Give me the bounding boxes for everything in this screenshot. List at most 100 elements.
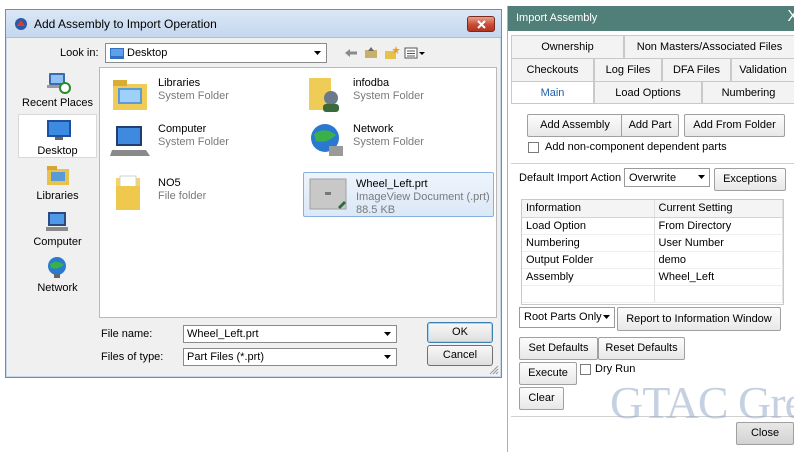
file-name-label: File name: [101, 328, 153, 340]
file-type-value: Part Files (*.prt) [187, 351, 265, 363]
prt-file-icon [309, 178, 347, 210]
execute-button[interactable]: Execute [519, 362, 577, 385]
network-icon [48, 257, 66, 278]
libraries-icon [47, 166, 69, 185]
tab-non-masters[interactable]: Non Masters/Associated Files [624, 35, 794, 58]
report-to-information-window-button[interactable]: Report to Information Window [617, 307, 781, 331]
clear-button[interactable]: Clear [519, 387, 564, 410]
table-cell: Load Option [522, 217, 655, 235]
table-cell: Assembly [522, 268, 655, 286]
panel-title-bar[interactable]: Import Assembly X [508, 6, 794, 31]
table-cell: User Number [654, 234, 783, 252]
tab-log-files[interactable]: Log Files [594, 58, 662, 81]
add-noncomponent-checkbox[interactable] [528, 142, 539, 153]
list-item[interactable]: infodba System Folder [301, 72, 491, 114]
chevron-down-icon[interactable] [698, 175, 705, 179]
place-computer[interactable]: Computer [18, 206, 97, 250]
dry-run-checkbox[interactable] [580, 364, 591, 375]
place-label: Network [37, 282, 78, 294]
file-desc: System Folder [158, 136, 229, 148]
list-item[interactable]: Libraries System Folder [106, 72, 296, 114]
up-folder-icon[interactable] [364, 46, 378, 63]
file-type-select[interactable]: Part Files (*.prt) [183, 348, 397, 366]
add-assembly-button[interactable]: Add Assembly [527, 114, 623, 137]
file-name: Wheel_Left.prt [356, 178, 428, 190]
file-name: NO5 [158, 177, 181, 189]
root-parts-select[interactable]: Root Parts Only [519, 307, 615, 328]
cancel-button[interactable]: Cancel [427, 345, 493, 366]
dialog-title-bar[interactable]: Add Assembly to Import Operation [6, 10, 501, 38]
place-network[interactable]: Network [18, 252, 97, 296]
tab-ownership[interactable]: Ownership [511, 35, 624, 58]
chevron-down-icon[interactable] [380, 350, 395, 364]
computer-icon [110, 126, 150, 156]
place-libraries[interactable]: Libraries [18, 160, 97, 204]
watermark-text: GTAC Gre [610, 377, 794, 428]
file-name-value: Wheel_Left.prt [187, 328, 259, 340]
ok-button[interactable]: OK [427, 322, 493, 343]
reset-defaults-button[interactable]: Reset Defaults [598, 337, 685, 360]
file-desc: System Folder [353, 90, 424, 102]
default-import-value: Overwrite [629, 172, 677, 184]
tab-checkouts[interactable]: Checkouts [511, 58, 594, 81]
place-label: Desktop [37, 145, 78, 157]
dialog-close-button[interactable] [467, 16, 495, 32]
file-desc: System Folder [158, 90, 229, 102]
place-label: Recent Places [22, 97, 93, 109]
table-row[interactable]: Numbering User Number [522, 234, 783, 252]
table-cell: From Directory [654, 217, 783, 235]
add-from-folder-button[interactable]: Add From Folder [684, 114, 785, 137]
file-list[interactable]: Libraries System Folder infodba System F… [99, 67, 497, 318]
list-item[interactable]: NO5 File folder [106, 172, 296, 214]
tab-numbering[interactable]: Numbering [702, 81, 794, 104]
places-bar: Recent Places Desktop Libraries Computer [18, 67, 97, 367]
file-type-label: Files of type: [101, 351, 164, 363]
new-folder-icon[interactable] [384, 46, 400, 63]
list-item[interactable]: Network System Folder [301, 118, 491, 160]
list-item-selected[interactable]: Wheel_Left.prt ImageView Document (.prt)… [303, 172, 494, 217]
nx-app-icon [15, 18, 27, 30]
folder-icon [116, 175, 140, 210]
look-in-value: Desktop [127, 47, 168, 59]
tab-row-1: Ownership Non Masters/Associated Files [511, 35, 794, 58]
list-item[interactable]: Computer System Folder [106, 118, 296, 160]
table-row[interactable]: Load Option From Directory [522, 217, 783, 235]
tab-validation[interactable]: Validation [731, 58, 794, 81]
column-header: Information [522, 200, 655, 218]
file-size: 88.5 KB [356, 204, 396, 216]
add-noncomponent-label: Add non-component dependent parts [545, 141, 727, 153]
place-label: Computer [33, 236, 82, 248]
look-in-combo[interactable]: Desktop [105, 43, 327, 63]
set-defaults-button[interactable]: Set Defaults [519, 337, 598, 360]
file-name-input[interactable]: Wheel_Left.prt [183, 325, 397, 343]
tab-load-options[interactable]: Load Options [594, 81, 702, 104]
place-recent-places[interactable]: Recent Places [18, 67, 97, 111]
libraries-folder-icon [113, 80, 147, 110]
default-import-select[interactable]: Overwrite [624, 168, 710, 187]
look-in-label: Look in: [60, 47, 99, 59]
chevron-down-icon[interactable] [380, 327, 395, 341]
network-icon [311, 124, 343, 156]
tab-dfa-files[interactable]: DFA Files [662, 58, 731, 81]
exceptions-button[interactable]: Exceptions [714, 168, 786, 191]
desktop-icon [47, 120, 71, 140]
file-desc: System Folder [353, 136, 424, 148]
back-arrow-icon[interactable] [344, 46, 358, 63]
resize-grip-icon[interactable] [489, 365, 499, 375]
view-menu-icon[interactable] [404, 46, 426, 63]
file-desc: ImageView Document (.prt) [356, 191, 490, 203]
add-part-button[interactable]: Add Part [621, 114, 679, 137]
root-parts-value: Root Parts Only [524, 311, 602, 323]
default-import-label: Default Import Action [519, 172, 622, 184]
tab-row-3: Main Load Options Numbering [511, 81, 794, 106]
table-row[interactable]: Output Folder demo [522, 251, 783, 269]
table-row[interactable]: Assembly Wheel_Left [522, 268, 783, 286]
column-header: Current Setting [654, 200, 783, 218]
file-name: Computer [158, 123, 207, 135]
place-desktop[interactable]: Desktop [18, 114, 97, 158]
close-icon[interactable]: X [787, 8, 794, 26]
table-row-empty [522, 285, 783, 303]
chevron-down-icon[interactable] [310, 45, 325, 61]
dry-run-label: Dry Run [595, 363, 636, 375]
chevron-down-icon[interactable] [603, 315, 610, 319]
